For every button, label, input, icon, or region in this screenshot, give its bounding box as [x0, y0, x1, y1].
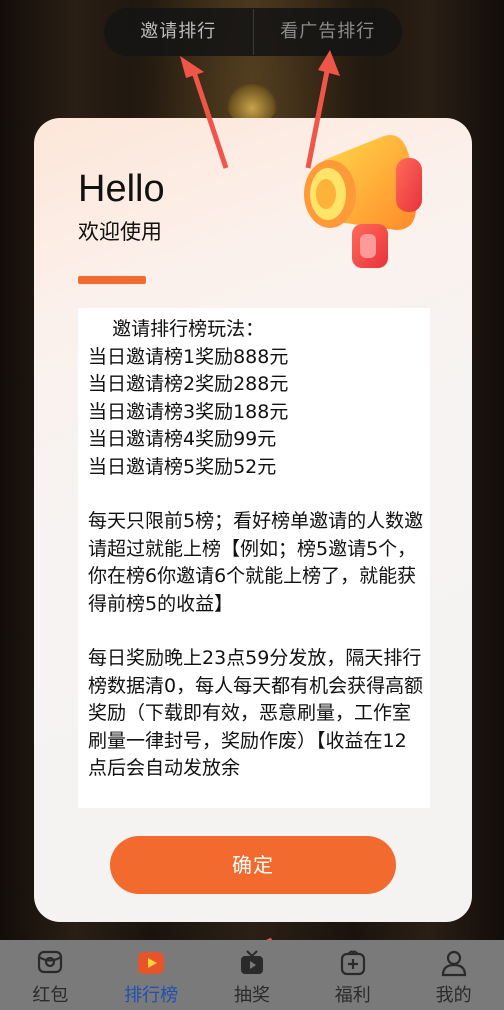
user-icon	[441, 950, 466, 977]
rules-line: 当日邀请榜1奖励888元	[88, 345, 289, 368]
red-packet-icon	[38, 950, 63, 974]
rules-paragraph: 每天只限前5榜；看好榜单邀请的人数邀请超过就能上榜【例如；榜5邀请5个，你在榜6…	[88, 510, 424, 615]
nav-item-welfare[interactable]: 福利	[302, 940, 403, 1010]
dialog-subtitle: 欢迎使用	[78, 220, 162, 244]
rules-line: 当日邀请榜2奖励288元	[88, 373, 289, 395]
nav-item-ranking[interactable]: 排行榜	[101, 940, 202, 1010]
ranking-icon	[138, 952, 165, 974]
rules-line: 当日邀请榜5奖励52元	[88, 455, 277, 478]
lottery-tv-icon	[240, 950, 263, 974]
megaphone-icon	[304, 135, 422, 268]
ranking-tab-bar: 邀请排行 看广告排行	[104, 8, 402, 56]
tab-ad-ranking[interactable]: 看广告排行	[254, 8, 403, 56]
nav-item-red-packet[interactable]: 红包	[0, 940, 101, 1010]
rules-line: 当日邀请榜3奖励188元	[88, 400, 289, 423]
rules-line: 邀请排行榜玩法：	[88, 318, 265, 340]
nav-label: 排行榜	[124, 985, 179, 1006]
confirm-button[interactable]: 确定	[110, 836, 396, 894]
rules-line: 当日邀请榜4奖励99元	[88, 428, 277, 450]
welfare-gift-icon	[340, 950, 365, 976]
title-accent-bar	[78, 276, 146, 284]
dialog-title: Hello	[78, 168, 165, 210]
nav-label: 福利	[334, 985, 371, 1006]
nav-label: 抽奖	[233, 985, 270, 1006]
nav-label: 我的	[435, 985, 472, 1006]
nav-item-lottery[interactable]: 抽奖	[202, 940, 303, 1010]
bottom-navigation: 红包 排行榜 抽奖 福利 我的	[0, 940, 504, 1010]
tab-invite-ranking[interactable]: 邀请排行	[104, 8, 253, 56]
nav-item-profile[interactable]: 我的	[403, 940, 504, 1010]
rules-dialog: Hello 欢迎使用 邀请排行榜玩法： 当日邀请榜1奖励888元 当日邀请榜2奖…	[34, 118, 472, 922]
nav-label: 红包	[32, 985, 69, 1006]
rules-paragraph: 每日奖励晚上23点59分发放，隔天排行榜数据清0，每人每天都有机会获得高额奖励（…	[88, 647, 424, 779]
rules-scroll-area[interactable]: 邀请排行榜玩法： 当日邀请榜1奖励888元 当日邀请榜2奖励288元 当日邀请榜…	[78, 308, 430, 808]
